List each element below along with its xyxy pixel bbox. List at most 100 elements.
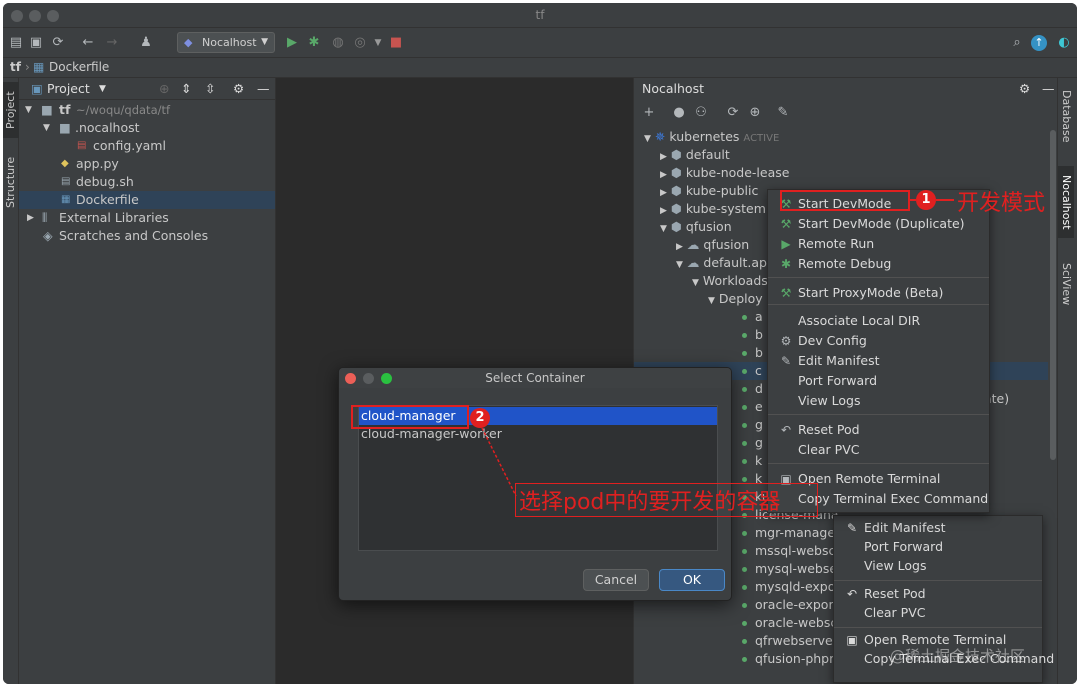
target-icon[interactable]: ⊕ [746,104,764,122]
menu-item-associate-local-dir[interactable]: Associate Local DIR [768,311,989,331]
deployment-item[interactable]: mysqld-expo [742,578,835,596]
menu-item-reset-pod[interactable]: ↶ Reset Pod [768,420,989,440]
deployment-item[interactable]: oracle-expor [742,596,834,614]
deployment-item[interactable]: d [742,380,763,398]
database-tool-tab[interactable]: Database [1058,84,1074,148]
tree-namespace[interactable]: ▼ ⬢ qfusion [660,218,732,236]
sync-icon[interactable]: ⟳ [49,34,67,52]
tree-namespace[interactable]: ▶ ⬢ kube-node-lease [660,164,789,182]
tree-app[interactable]: ▶ ☁ qfusion [676,236,749,254]
deployment-item[interactable]: mssql-websc [742,542,835,560]
deployment-item[interactable]: qfrwebserve [742,632,833,650]
deployment-item[interactable]: b [742,326,763,344]
locate-icon[interactable]: ⊕ [159,78,169,100]
chevron-down-icon[interactable]: ▼ [99,78,106,100]
menu-item-clear-pvc[interactable]: Clear PVC [768,440,989,460]
bg-menu-item[interactable]: View Logs [834,556,1042,576]
nocalhost-tool-tab[interactable]: Nocalhost [1058,166,1074,238]
breadcrumb-root[interactable]: tf [10,58,21,77]
menu-item-port-forward[interactable]: Port Forward [768,371,989,391]
breadcrumb-file[interactable]: Dockerfile [49,58,109,77]
tree-namespace[interactable]: ▶ ⬢ kube-system [660,200,766,218]
status-dot-icon [742,423,747,428]
run-icon[interactable]: ▶ [283,34,301,52]
deployment-item[interactable]: b [742,344,763,362]
back-arrow-icon[interactable]: ← [79,34,97,52]
forward-arrow-icon[interactable]: → [103,34,121,52]
tree-workloads[interactable]: ▼ Workloads [692,272,768,290]
coverage-icon[interactable]: ◍ [329,34,347,52]
expand-all-icon[interactable]: ⇕ [181,78,191,100]
dialog-close-button[interactable] [345,373,356,384]
tree-cluster[interactable]: ▼ ✵ kubernetes ACTIVE [644,128,779,146]
deployment-item[interactable]: oracle-websc [742,614,837,632]
refresh-icon[interactable]: ⟳ [724,104,742,122]
cluster-status: ACTIVE [743,133,780,144]
deployment-item[interactable]: g [742,434,763,452]
bg-menu-item[interactable]: ✎ Edit Manifest [834,518,1042,538]
gear-icon[interactable]: ⚙ [1019,78,1030,100]
bg-menu-item[interactable]: ↶ Reset Pod [834,584,1042,604]
chevron-down-icon[interactable]: ▼ [369,34,387,52]
user-icon[interactable]: ● [670,104,688,122]
collapse-all-icon[interactable]: ⇳ [205,78,215,100]
tree-row-nocalhost[interactable]: ▼ ■ .nocalhost [19,119,275,137]
menu-item-start-devmode-duplicate[interactable]: ⚒ Start DevMode (Duplicate) [768,214,989,234]
user-icon[interactable]: ♟ [137,34,155,52]
deployment-item[interactable]: c [742,362,762,380]
tree-app[interactable]: ▼ ☁ default.ap [676,254,767,272]
menu-item-view-logs[interactable]: View Logs [768,391,989,411]
gear-icon[interactable]: ⚙ [233,78,244,100]
bg-menu-item[interactable]: Clear PVC [834,603,1042,623]
deployment-item[interactable]: e [742,398,763,416]
cancel-button[interactable]: Cancel [583,569,649,591]
menu-item-remote-run[interactable]: ▶ Remote Run [768,234,989,254]
pencil-icon: ✎ [846,521,858,535]
hide-panel-icon[interactable]: — [257,78,270,100]
add-icon[interactable]: + [640,104,658,122]
scrollbar[interactable] [1050,130,1056,460]
tree-row-tf[interactable]: ▼ ■ tf ~/woqu/qdata/tf [19,101,275,119]
open-folder-icon[interactable]: ▤ [7,34,25,52]
deployment-item[interactable]: g [742,416,763,434]
run-config-select[interactable]: ◆ Nocalhost ▼ [177,32,275,53]
debug-icon[interactable]: ✱ [305,34,323,52]
project-panel-title[interactable]: Project [47,78,90,100]
deployment-item[interactable]: k [742,452,762,470]
menu-item-edit-manifest[interactable]: ✎ Edit Manifest [768,351,989,371]
sciview-tool-tab[interactable]: SciView [1058,254,1074,314]
tree-row-config[interactable]: ▤ config.yaml [19,137,275,155]
bug-icon: ✱ [780,257,792,271]
ok-button[interactable]: OK [659,569,725,591]
tree-namespace[interactable]: ▶ ⬢ default [660,146,730,164]
menu-item-dev-config[interactable]: ⚙ Dev Config [768,331,989,351]
tree-row-app[interactable]: ◆ app.py [19,155,275,173]
tree-deployments[interactable]: ▼ Deploy [708,290,763,308]
project-tool-tab[interactable]: Project [3,82,19,138]
users-icon[interactable]: ⚇ [692,104,710,122]
dialog-minimize-button[interactable] [363,373,374,384]
update-icon[interactable]: ↑ [1031,35,1047,51]
structure-tool-tab[interactable]: Structure [3,150,19,214]
wrench-icon[interactable]: ✎ [774,104,792,122]
chevron-right-icon: ▶ [676,242,683,252]
search-icon[interactable]: ⌕ [1008,34,1026,52]
save-icon[interactable]: ▣ [27,34,45,52]
deployment-label: d [755,381,763,396]
stop-icon[interactable]: ■ [387,34,405,52]
dialog-zoom-button[interactable] [381,373,392,384]
profile-icon[interactable]: ◎ [351,34,369,52]
menu-item-remote-debug[interactable]: ✱ Remote Debug [768,254,989,274]
deployment-item[interactable]: a [742,308,763,326]
hide-panel-icon[interactable]: — [1042,78,1055,100]
plugin-icon[interactable]: ◐ [1055,34,1073,52]
menu-item-start-proxymode-beta[interactable]: ⚒ Start ProxyMode (Beta) [768,283,989,303]
deployment-item[interactable]: mysql-webse [742,560,837,578]
bg-menu-item[interactable]: Port Forward [834,537,1042,557]
tree-row-external-libraries[interactable]: ▶ ⫴ External Libraries [19,209,275,227]
tree-namespace[interactable]: ▶ ⬢ kube-public [660,182,758,200]
tree-row-debug[interactable]: ▤ debug.sh [19,173,275,191]
tree-row-dockerfile[interactable]: ▦ Dockerfile [19,191,275,209]
tree-row-scratches[interactable]: ◈ Scratches and Consoles [19,227,275,245]
deployment-item[interactable]: mgr-manage [742,524,835,542]
